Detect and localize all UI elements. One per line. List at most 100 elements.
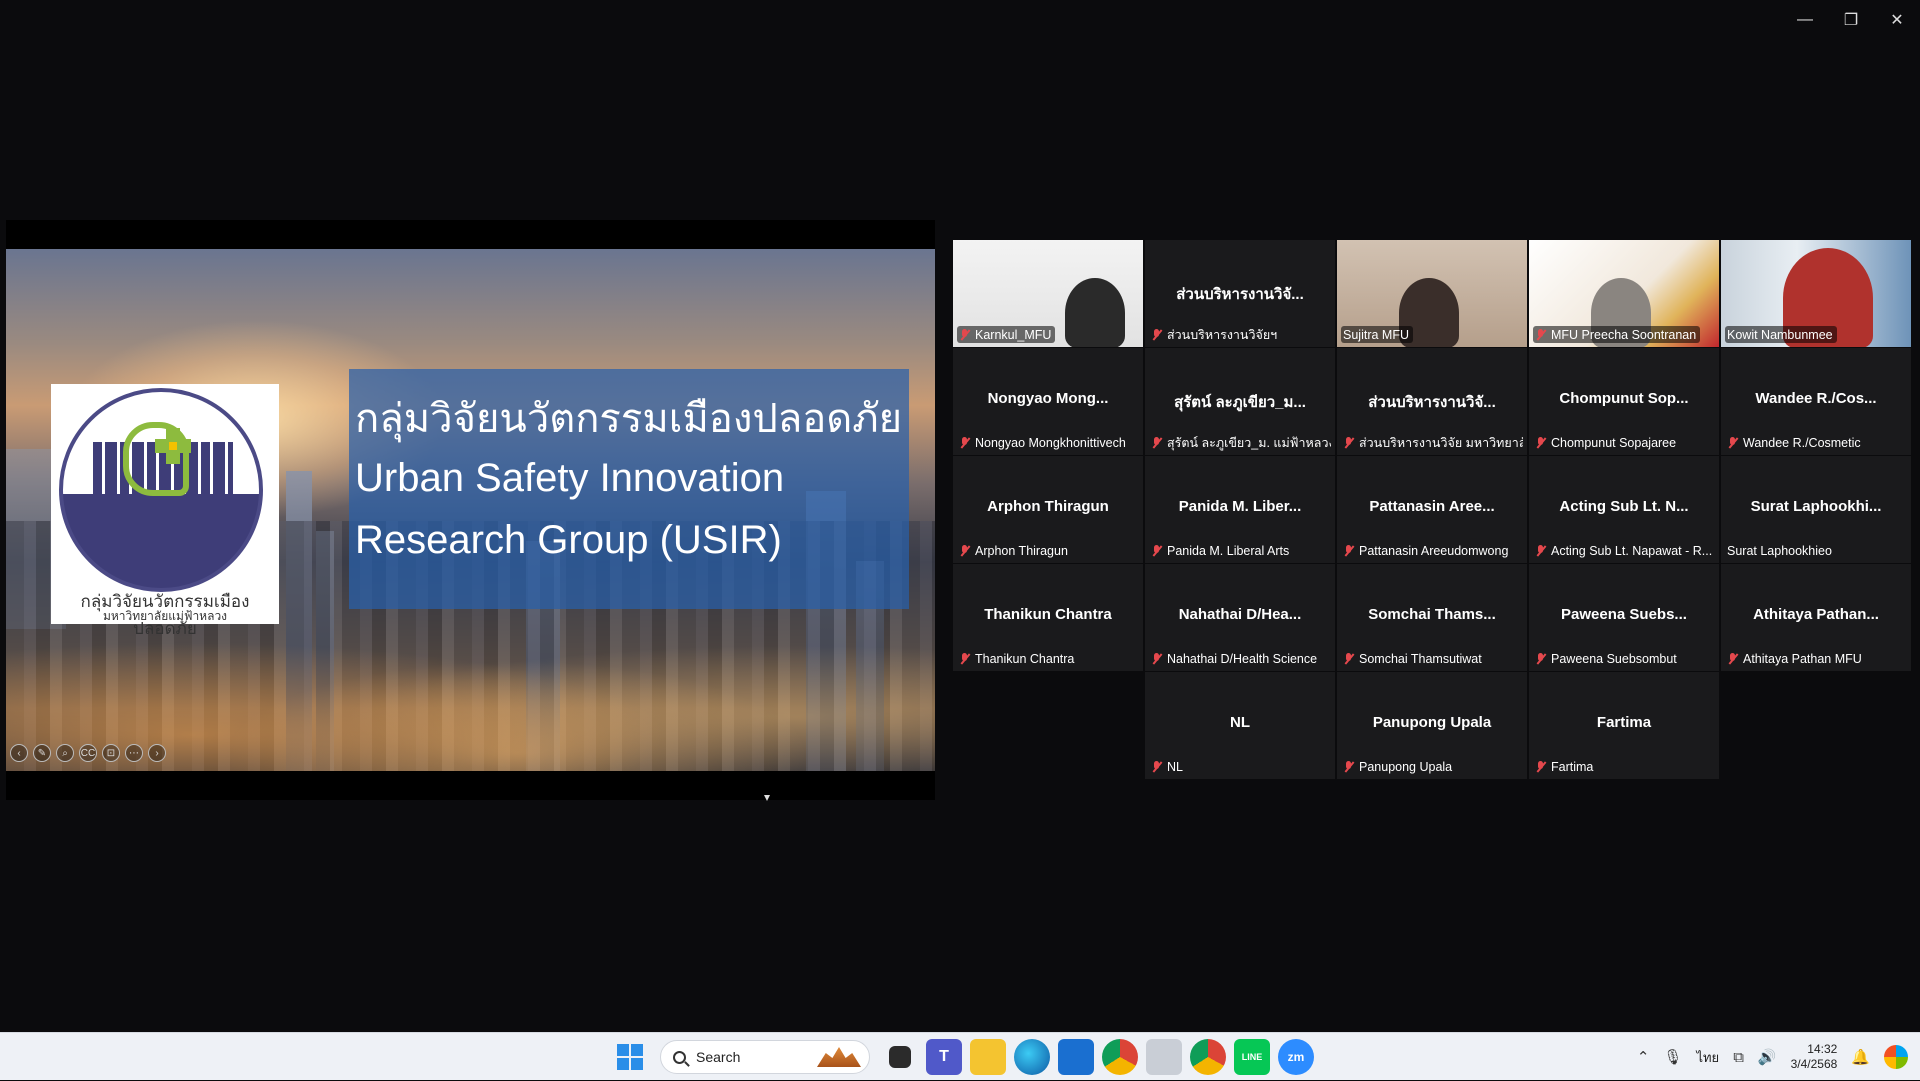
muted-mic-icon (1151, 436, 1162, 449)
pen-icon[interactable]: ✎ (33, 744, 51, 762)
participant-tile[interactable]: NL NL (1145, 672, 1335, 779)
volume-icon[interactable]: 🔊 (1758, 1048, 1777, 1066)
participant-name: Wandee R./Cosmetic (1743, 435, 1861, 450)
participant-name: Nahathai D/Health Science (1167, 651, 1318, 666)
participant-name-label: ส่วนบริหารงานวิจัยฯ (1149, 326, 1281, 343)
screen-icon[interactable]: ⊡ (102, 744, 120, 762)
participant-name-label: Pattanasin Areeudomwong (1341, 542, 1512, 559)
participant-name: Pattanasin Areeudomwong (1359, 543, 1509, 558)
participant-tile[interactable]: Arphon Thiragun Arphon Thiragun (953, 456, 1143, 563)
start-button[interactable] (612, 1039, 648, 1075)
participant-tile[interactable]: Fartima Fartima (1529, 672, 1719, 779)
participant-name-label: Kowit Nambunmee (1725, 326, 1837, 343)
edge-icon[interactable] (1014, 1039, 1050, 1075)
slide-title-panel: กลุ่มวิจัยนวัตกรรมเมืองปลอดภัย Urban Saf… (349, 369, 909, 609)
participant-tile[interactable]: MFU Preecha Soontranan (1529, 240, 1719, 347)
participant-tile[interactable]: Athitaya Pathan... Athitaya Pathan MFU (1721, 564, 1911, 671)
muted-mic-icon (1151, 760, 1162, 773)
slide-title-en-line2: Research Group (USIR) (355, 518, 782, 562)
more-icon[interactable]: ⋯ (125, 744, 143, 762)
next-icon[interactable]: › (148, 744, 166, 762)
participant-tile[interactable]: ส่วนบริหารงานวิจั... ส่วนบริหารงานวิจัย ม… (1337, 348, 1527, 455)
participant-tile[interactable]: Acting Sub Lt. N... Acting Sub Lt. Napawa… (1529, 456, 1719, 563)
participant-tile[interactable]: Sujitra MFU (1337, 240, 1527, 347)
restore-button[interactable]: ❐ (1828, 0, 1874, 40)
captions-icon[interactable]: CC (79, 744, 97, 762)
clock-date: 3/4/2568 (1790, 1057, 1838, 1071)
participant-name-label: Chompunut Sopajaree (1533, 434, 1680, 451)
logo-emblem (59, 388, 263, 592)
shared-screen[interactable]: กลุ่มวิจัยนวัตกรรมเมืองปลอดภัย มหาวิทยาล… (6, 220, 935, 800)
minimize-button[interactable]: — (1782, 0, 1828, 40)
notification-bell-icon[interactable]: 🔔 (1851, 1048, 1870, 1066)
participant-tile[interactable]: Nongyao Mong... Nongyao Mongkhonittivech (953, 348, 1143, 455)
zoom-icon[interactable]: ⌕ (56, 744, 74, 762)
muted-mic-icon (1727, 436, 1738, 449)
participant-name: ส่วนบริหารงานวิจัย มหาวิทยาลั... (1359, 435, 1523, 450)
clock[interactable]: 14:32 3/4/2568 (1791, 1042, 1838, 1072)
zoom-icon[interactable]: zm (1278, 1039, 1314, 1075)
presentation-slide: กลุ่มวิจัยนวัตกรรมเมืองปลอดภัย มหาวิทยาล… (6, 249, 935, 771)
mouse-cursor-icon (764, 795, 770, 801)
participant-tile[interactable]: Pattanasin Aree... Pattanasin Areeudomwon… (1337, 456, 1527, 563)
tray-overflow-chevron-icon[interactable]: ⌃ (1637, 1048, 1650, 1066)
participant-name-label: Athitaya Pathan MFU (1725, 650, 1866, 667)
participant-tile[interactable]: Somchai Thams... Somchai Thamsutiwat (1337, 564, 1527, 671)
participant-tile[interactable]: Panupong Upala Panupong Upala (1337, 672, 1527, 779)
taskbar-search-input[interactable]: Search (660, 1040, 870, 1074)
participant-display-name: Surat Laphookhi... (1750, 498, 1882, 515)
copilot-icon[interactable] (1884, 1045, 1908, 1069)
participant-name-label: Somchai Thamsutiwat (1341, 650, 1486, 667)
medical-cross-icon (155, 428, 191, 464)
participant-display-name: Athitaya Pathan... (1753, 606, 1879, 623)
participant-name: Acting Sub Lt. Napawat - R... (1551, 543, 1713, 558)
muted-mic-icon (1535, 328, 1546, 341)
chrome-icon[interactable] (1102, 1039, 1138, 1075)
gallery-icon[interactable] (1146, 1039, 1182, 1075)
participant-tile[interactable]: Wandee R./Cos... Wandee R./Cosmetic (1721, 348, 1911, 455)
muted-mic-icon (959, 328, 970, 341)
line-icon[interactable]: LINE (1234, 1039, 1270, 1075)
search-placeholder: Search (696, 1049, 741, 1065)
system-tray: ⌃ 🎙 ไทย ⧉ 🔊 14:32 3/4/2568 🔔 (1637, 1033, 1920, 1081)
participant-tile[interactable]: Surat Laphookhi... Surat Laphookhieo (1721, 456, 1911, 563)
muted-mic-icon (1535, 544, 1546, 557)
participant-name: Arphon Thiragun (975, 543, 1068, 558)
muted-mic-icon (1727, 652, 1738, 665)
participant-tile[interactable]: Thanikun Chantra Thanikun Chantra (953, 564, 1143, 671)
chrome-profile-icon[interactable] (1190, 1039, 1226, 1075)
microphone-icon[interactable]: 🎙 (1663, 1048, 1682, 1066)
close-button[interactable]: ✕ (1874, 0, 1920, 40)
participant-display-name: NL (1230, 714, 1250, 731)
file-explorer-icon[interactable] (970, 1039, 1006, 1075)
participant-name: Kowit Nambunmee (1727, 327, 1833, 342)
search-icon (673, 1050, 686, 1064)
microsoft-store-icon[interactable] (1058, 1039, 1094, 1075)
participant-name: Nongyao Mongkhonittivech (975, 435, 1126, 450)
muted-mic-icon (1343, 652, 1354, 665)
input-language[interactable]: ไทย (1696, 1047, 1719, 1068)
prev-icon[interactable]: ‹ (10, 744, 28, 762)
participant-display-name: Somchai Thams... (1368, 606, 1496, 623)
participant-name: NL (1167, 759, 1183, 774)
task-view-icon[interactable] (889, 1046, 911, 1068)
participant-display-name: Chompunut Sop... (1559, 390, 1689, 407)
network-icon[interactable]: ⧉ (1733, 1049, 1744, 1066)
participant-tile[interactable]: Kowit Nambunmee (1721, 240, 1911, 347)
muted-mic-icon (1343, 436, 1354, 449)
participant-tile[interactable]: Nahathai D/Hea... Nahathai D/Health Scien… (1145, 564, 1335, 671)
participant-name: Fartima (1551, 759, 1594, 774)
muted-mic-icon (1151, 544, 1162, 557)
participant-tile[interactable]: Chompunut Sop... Chompunut Sopajaree (1529, 348, 1719, 455)
participant-tile[interactable]: Karnkul_MFU (953, 240, 1143, 347)
logo-university-text: มหาวิทยาลัยแม่ฟ้าหลวง (102, 609, 228, 623)
slide-title-en-line1: Urban Safety Innovation (355, 456, 785, 500)
teams-icon[interactable]: T (926, 1039, 962, 1075)
participant-tile[interactable]: Panida M. Liber... Panida M. Liberal Arts (1145, 456, 1335, 563)
participant-tile[interactable]: สุรัตน์ ละภูเขียว_ม... สุรัตน์ ละภูเขียว_… (1145, 348, 1335, 455)
participant-display-name: Pattanasin Aree... (1369, 498, 1495, 515)
participant-display-name: Wandee R./Cos... (1755, 390, 1877, 407)
participant-tile[interactable]: Paweena Suebs... Paweena Suebsombut (1529, 564, 1719, 671)
participant-tile[interactable]: ส่วนบริหารงานวิจั... ส่วนบริหารงานวิจัยฯ (1145, 240, 1335, 347)
participant-name-label: Nahathai D/Health Science (1149, 650, 1321, 667)
